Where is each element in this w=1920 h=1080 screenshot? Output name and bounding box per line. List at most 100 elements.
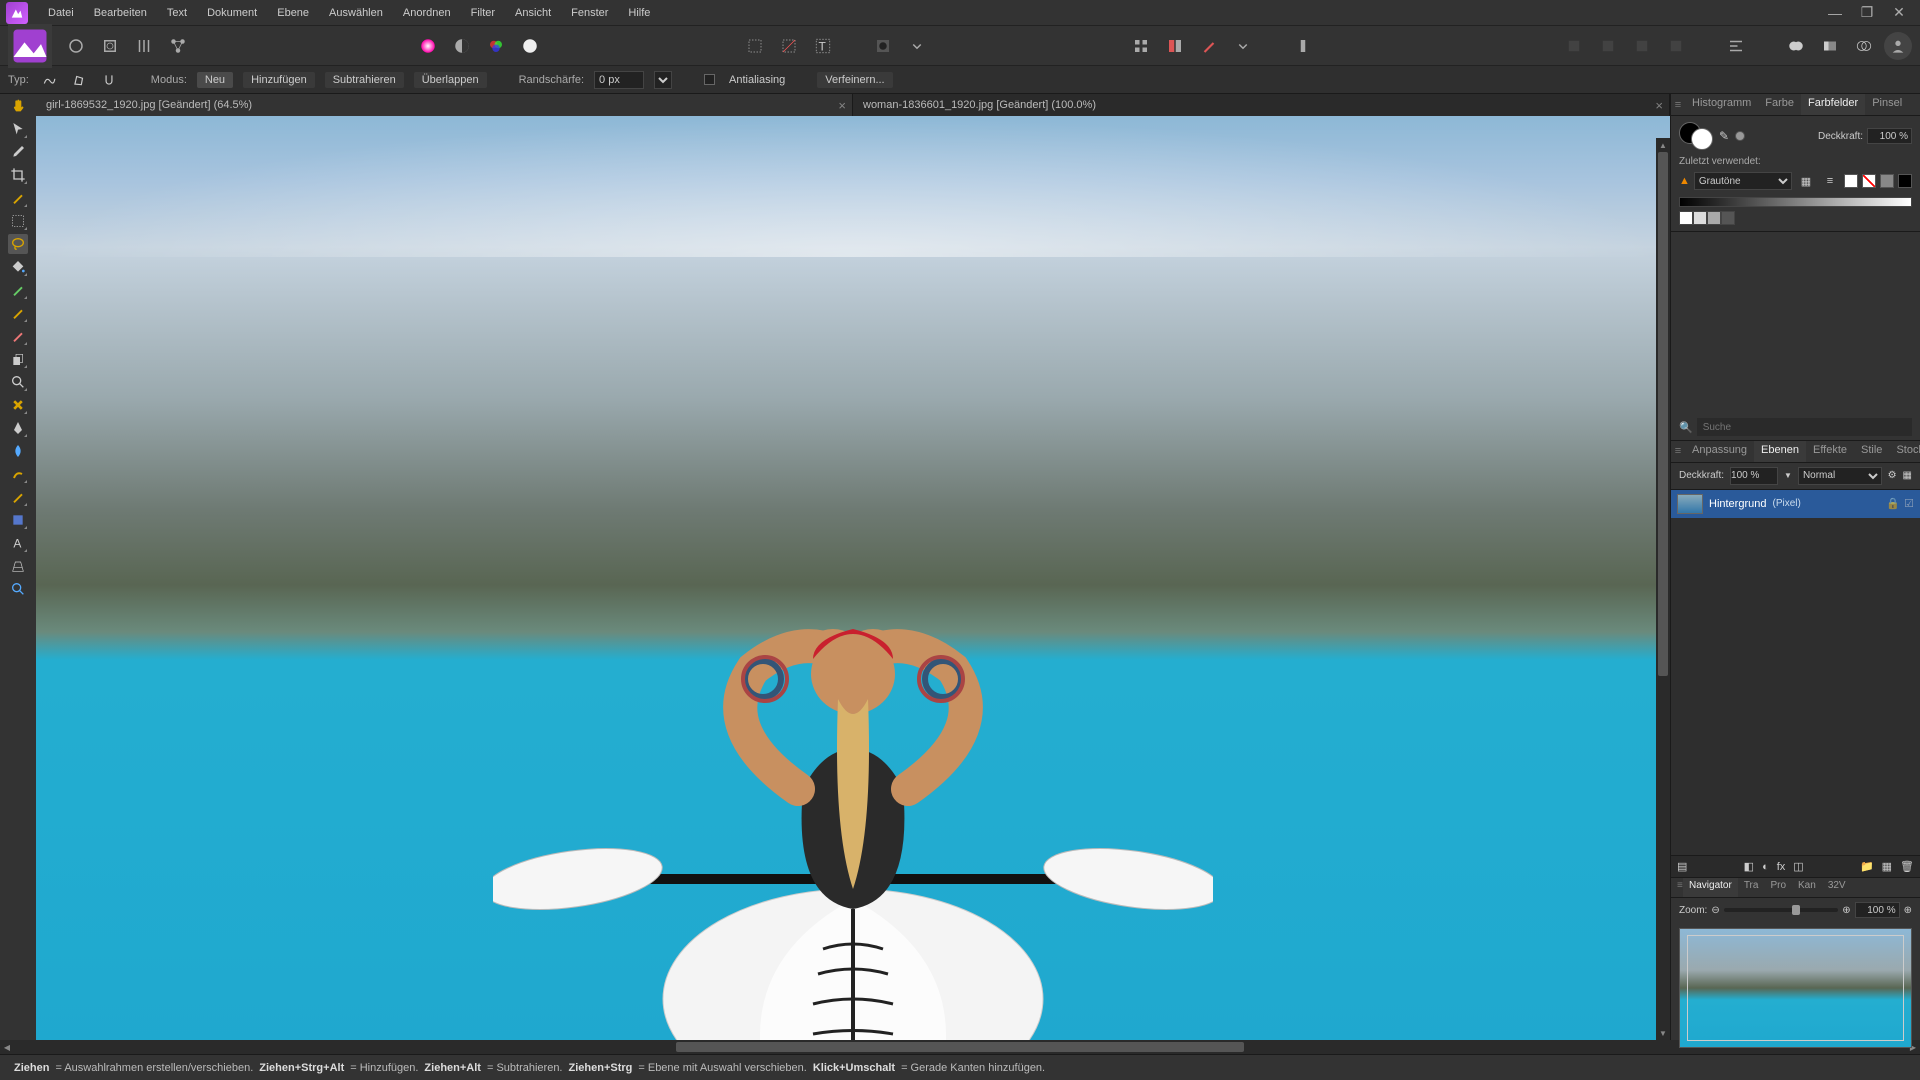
select-invert-button[interactable] (775, 32, 803, 60)
bool-intersect[interactable] (1850, 32, 1878, 60)
folder-icon[interactable]: 📁 (1860, 860, 1874, 873)
palette-select[interactable]: Grautöne (1694, 172, 1792, 190)
text-tool[interactable]: A (8, 533, 28, 553)
persona-liquify[interactable] (62, 32, 90, 60)
rgb-button[interactable] (482, 32, 510, 60)
arrange-2[interactable] (1594, 32, 1622, 60)
refine-button[interactable]: Verfeinern... (817, 72, 892, 88)
menu-ansicht[interactable]: Ansicht (505, 3, 561, 23)
palette-grid-icon[interactable]: ▦ (1796, 171, 1816, 191)
lasso-tool[interactable] (8, 234, 28, 254)
blend-mode-select[interactable]: Normal (1798, 467, 1882, 485)
split-view-button[interactable] (1161, 32, 1189, 60)
menu-text[interactable]: Text (157, 3, 197, 23)
layer-item[interactable]: Hintergrund (Pixel) 🔒 ☑ (1671, 490, 1920, 518)
dropdown-icon-2[interactable] (1229, 32, 1257, 60)
selection-brush-tool[interactable] (8, 188, 28, 208)
horizontal-scrollbar[interactable]: ◀ ▶ (0, 1040, 1920, 1054)
menu-fenster[interactable]: Fenster (561, 3, 618, 23)
tab-pro[interactable]: Pro (1764, 878, 1792, 897)
tab-navigator[interactable]: Navigator (1683, 878, 1738, 897)
layers-menu-icon[interactable]: ▦ (1903, 470, 1912, 481)
zoom-input[interactable] (1855, 902, 1900, 918)
arrange-3[interactable] (1628, 32, 1656, 60)
tab-farbe[interactable]: Farbe (1758, 94, 1801, 115)
bool-add[interactable] (1782, 32, 1810, 60)
move-tool[interactable] (8, 119, 28, 139)
swatch-white[interactable] (1844, 174, 1858, 188)
dropdown-icon[interactable] (903, 32, 931, 60)
eyedropper-icon[interactable]: ✎ (1719, 129, 1729, 143)
type-polygon-icon[interactable] (69, 70, 89, 90)
type-magnetic-icon[interactable] (99, 70, 119, 90)
tab-histogramm[interactable]: Histogramm (1685, 94, 1758, 115)
menu-anordnen[interactable]: Anordnen (393, 3, 461, 23)
swatch[interactable] (1693, 211, 1707, 225)
zoom-slider[interactable] (1724, 908, 1838, 912)
mode-ueberlappen[interactable]: Überlappen (414, 72, 487, 88)
navigator-thumb[interactable] (1679, 928, 1912, 1048)
foreground-background-swatch[interactable] (1679, 122, 1713, 150)
adjust-icon[interactable]: ◐ (1762, 861, 1769, 873)
blur-tool[interactable] (8, 441, 28, 461)
tab-pinsel[interactable]: Pinsel (1865, 94, 1909, 115)
menu-ebene[interactable]: Ebene (267, 3, 319, 23)
mask-icon[interactable]: ◧ (1744, 860, 1754, 873)
crop-tool[interactable] (8, 165, 28, 185)
pen-toggle-button[interactable] (1195, 32, 1223, 60)
arrange-4[interactable] (1662, 32, 1690, 60)
scroll-up-icon[interactable]: ▲ (1656, 138, 1670, 152)
account-icon[interactable] (1884, 32, 1912, 60)
tab-tra[interactable]: Tra (1738, 878, 1765, 897)
tab-kan[interactable]: Kan (1792, 878, 1822, 897)
slider-handle[interactable] (1792, 905, 1800, 915)
gradient-tool[interactable] (8, 280, 28, 300)
pen-tool[interactable] (8, 418, 28, 438)
marquee-tool[interactable] (8, 211, 28, 231)
menu-dokument[interactable]: Dokument (197, 3, 267, 23)
tab-farbfelder[interactable]: Farbfelder (1801, 94, 1865, 115)
greyscale-button[interactable] (448, 32, 476, 60)
flood-fill-tool[interactable] (8, 257, 28, 277)
persona-photo[interactable] (8, 24, 52, 68)
close-icon[interactable]: × (1655, 98, 1663, 113)
info-button[interactable] (1289, 32, 1317, 60)
menu-filter[interactable]: Filter (461, 3, 505, 23)
erase-tool[interactable] (8, 326, 28, 346)
add-layer-icon[interactable]: ▦ (1882, 860, 1892, 873)
scroll-down-icon[interactable]: ▼ (1656, 1026, 1670, 1040)
tab-32v[interactable]: 32V (1822, 878, 1852, 897)
feather-input[interactable] (594, 71, 644, 89)
persona-export[interactable] (164, 32, 192, 60)
layers-view-icon[interactable]: ▤ (1677, 860, 1687, 873)
dodge-tool[interactable] (8, 372, 28, 392)
delete-icon[interactable]: 🗑 (1900, 860, 1914, 873)
menu-auswaehlen[interactable]: Auswählen (319, 3, 393, 23)
crop-layer-icon[interactable]: ◫ (1793, 860, 1803, 873)
persona-develop[interactable] (96, 32, 124, 60)
tab-stile[interactable]: Stile (1854, 441, 1889, 462)
swatch[interactable] (1679, 211, 1693, 225)
swatch[interactable] (1721, 211, 1735, 225)
document-tab-1[interactable]: girl-1869532_1920.jpg [Geändert] (64.5%)… (36, 94, 853, 116)
type-freehand-icon[interactable] (39, 70, 59, 90)
search-input[interactable] (1697, 418, 1912, 436)
color-picker-tool[interactable] (8, 142, 28, 162)
gear-icon[interactable]: ⚙ (1888, 470, 1897, 481)
heal-tool[interactable] (8, 395, 28, 415)
lab-button[interactable] (516, 32, 544, 60)
color-wheel-button[interactable] (414, 32, 442, 60)
zoom-out-icon[interactable]: ⊖ (1711, 905, 1719, 916)
mode-neu[interactable]: Neu (197, 72, 233, 88)
shape-tool[interactable] (8, 510, 28, 530)
grid-view-button[interactable] (1127, 32, 1155, 60)
window-minimize[interactable]: — (1828, 6, 1842, 20)
menu-bearbeiten[interactable]: Bearbeiten (84, 3, 157, 23)
select-none-button[interactable] (741, 32, 769, 60)
close-icon[interactable]: × (838, 98, 846, 113)
menu-hilfe[interactable]: Hilfe (618, 3, 660, 23)
swatch-mid[interactable] (1880, 174, 1894, 188)
panel-menu-icon[interactable]: ≡ (1671, 878, 1683, 897)
feather-dropdown[interactable] (654, 71, 672, 89)
visible-checkbox[interactable]: ☑ (1904, 497, 1914, 510)
